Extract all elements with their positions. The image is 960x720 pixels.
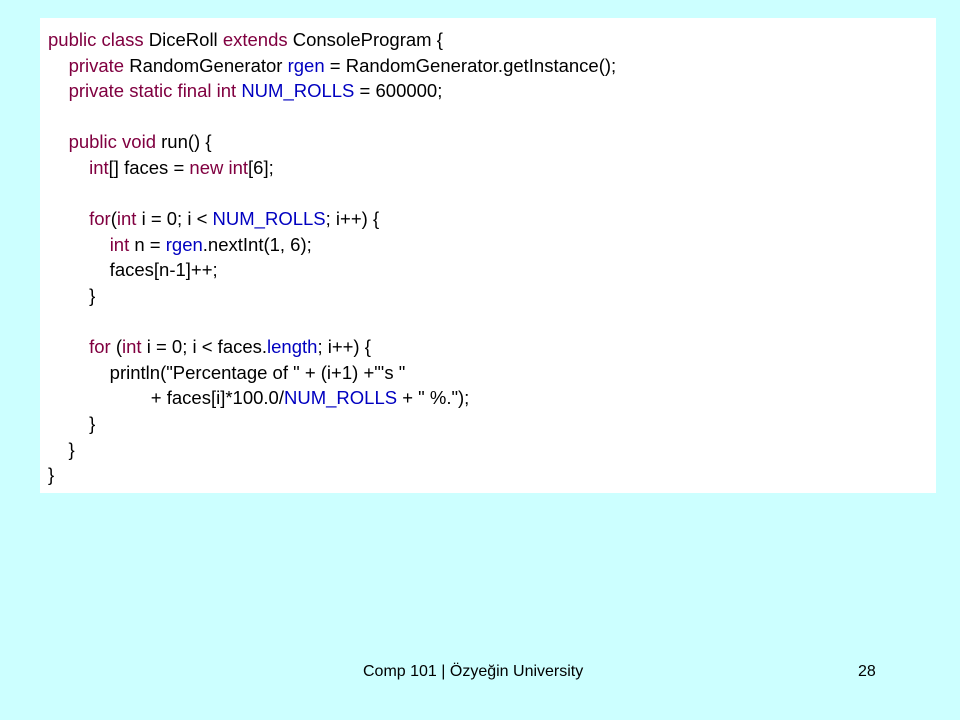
code-keyword: int bbox=[122, 336, 142, 358]
code-text: .nextInt(1, 6); bbox=[202, 233, 312, 255]
code-text: } bbox=[48, 412, 96, 434]
code-keyword: for bbox=[89, 336, 111, 358]
code-line: } bbox=[48, 283, 936, 309]
code-text: } bbox=[48, 464, 55, 486]
code-line: + faces[i]*100.0/NUM_ROLLS + " %."); bbox=[48, 385, 936, 411]
code-text: RandomGenerator bbox=[124, 54, 288, 76]
code-line: int n = rgen.nextInt(1, 6); bbox=[48, 232, 936, 258]
code-text: ; i++) { bbox=[325, 208, 380, 230]
code-text: n = bbox=[129, 233, 166, 255]
code-line: private static final int NUM_ROLLS = 600… bbox=[48, 78, 936, 104]
code-identifier: length bbox=[267, 336, 318, 358]
code-line: } bbox=[48, 437, 936, 463]
code-keyword: private bbox=[68, 54, 125, 76]
code-text: + faces[i]*100.0/ bbox=[48, 387, 284, 409]
code-listing: public class DiceRoll extends ConsolePro… bbox=[40, 18, 936, 493]
code-identifier: NUM_ROLLS bbox=[283, 387, 398, 409]
code-text: ; i++) { bbox=[317, 336, 371, 358]
code-keyword: int bbox=[89, 156, 109, 178]
code-text: i = 0; i < bbox=[136, 208, 213, 230]
code-keyword: int bbox=[116, 208, 137, 230]
code-identifier: NUM_ROLLS bbox=[241, 80, 355, 102]
code-line: } bbox=[48, 411, 936, 437]
code-keyword: private static final int bbox=[68, 80, 237, 102]
code-keyword: for bbox=[89, 208, 111, 230]
code-text: DiceRoll bbox=[143, 29, 223, 50]
code-line: for (int i = 0; i < faces.length; i++) { bbox=[48, 334, 936, 360]
code-text: = RandomGenerator.getInstance(); bbox=[324, 54, 617, 76]
code-text: ConsoleProgram { bbox=[287, 29, 443, 50]
code-text: } bbox=[48, 438, 75, 460]
code-line: for(int i = 0; i < NUM_ROLLS; i++) { bbox=[48, 206, 936, 232]
footer-title: Comp 101 | Özyeğin University bbox=[363, 663, 584, 680]
code-line: } bbox=[48, 462, 936, 488]
code-line: public void run() { bbox=[48, 129, 936, 155]
code-text: run() { bbox=[155, 131, 212, 153]
code-line: int[] faces = new int[6]; bbox=[48, 155, 936, 181]
code-text: [] faces = bbox=[108, 156, 190, 178]
code-text: faces[n-1]++; bbox=[48, 259, 218, 281]
code-text: } bbox=[48, 284, 96, 306]
code-identifier: NUM_ROLLS bbox=[212, 208, 326, 230]
code-text: + " %."); bbox=[397, 387, 470, 409]
code-line: println("Percentage of " + (i+1) +"'s " bbox=[48, 360, 936, 386]
code-keyword: public void bbox=[68, 131, 156, 153]
code-text: = 600000; bbox=[354, 80, 443, 102]
code-text: [6]; bbox=[248, 156, 274, 178]
code-identifier: rgen bbox=[287, 54, 325, 76]
code-line: public class DiceRoll extends ConsolePro… bbox=[48, 27, 936, 53]
code-keyword: int bbox=[109, 233, 130, 255]
code-keyword: public class bbox=[48, 29, 144, 50]
code-keyword: new int bbox=[189, 156, 249, 178]
code-text: i = 0; i < faces. bbox=[141, 336, 268, 358]
code-line: faces[n-1]++; bbox=[48, 257, 936, 283]
code-identifier: rgen bbox=[165, 233, 203, 255]
code-keyword: extends bbox=[222, 29, 288, 50]
page-number: 28 bbox=[858, 663, 876, 680]
code-line: private RandomGenerator rgen = RandomGen… bbox=[48, 53, 936, 79]
code-text: ( bbox=[110, 336, 123, 358]
code-text: println("Percentage of " + (i+1) +"'s " bbox=[48, 361, 406, 383]
